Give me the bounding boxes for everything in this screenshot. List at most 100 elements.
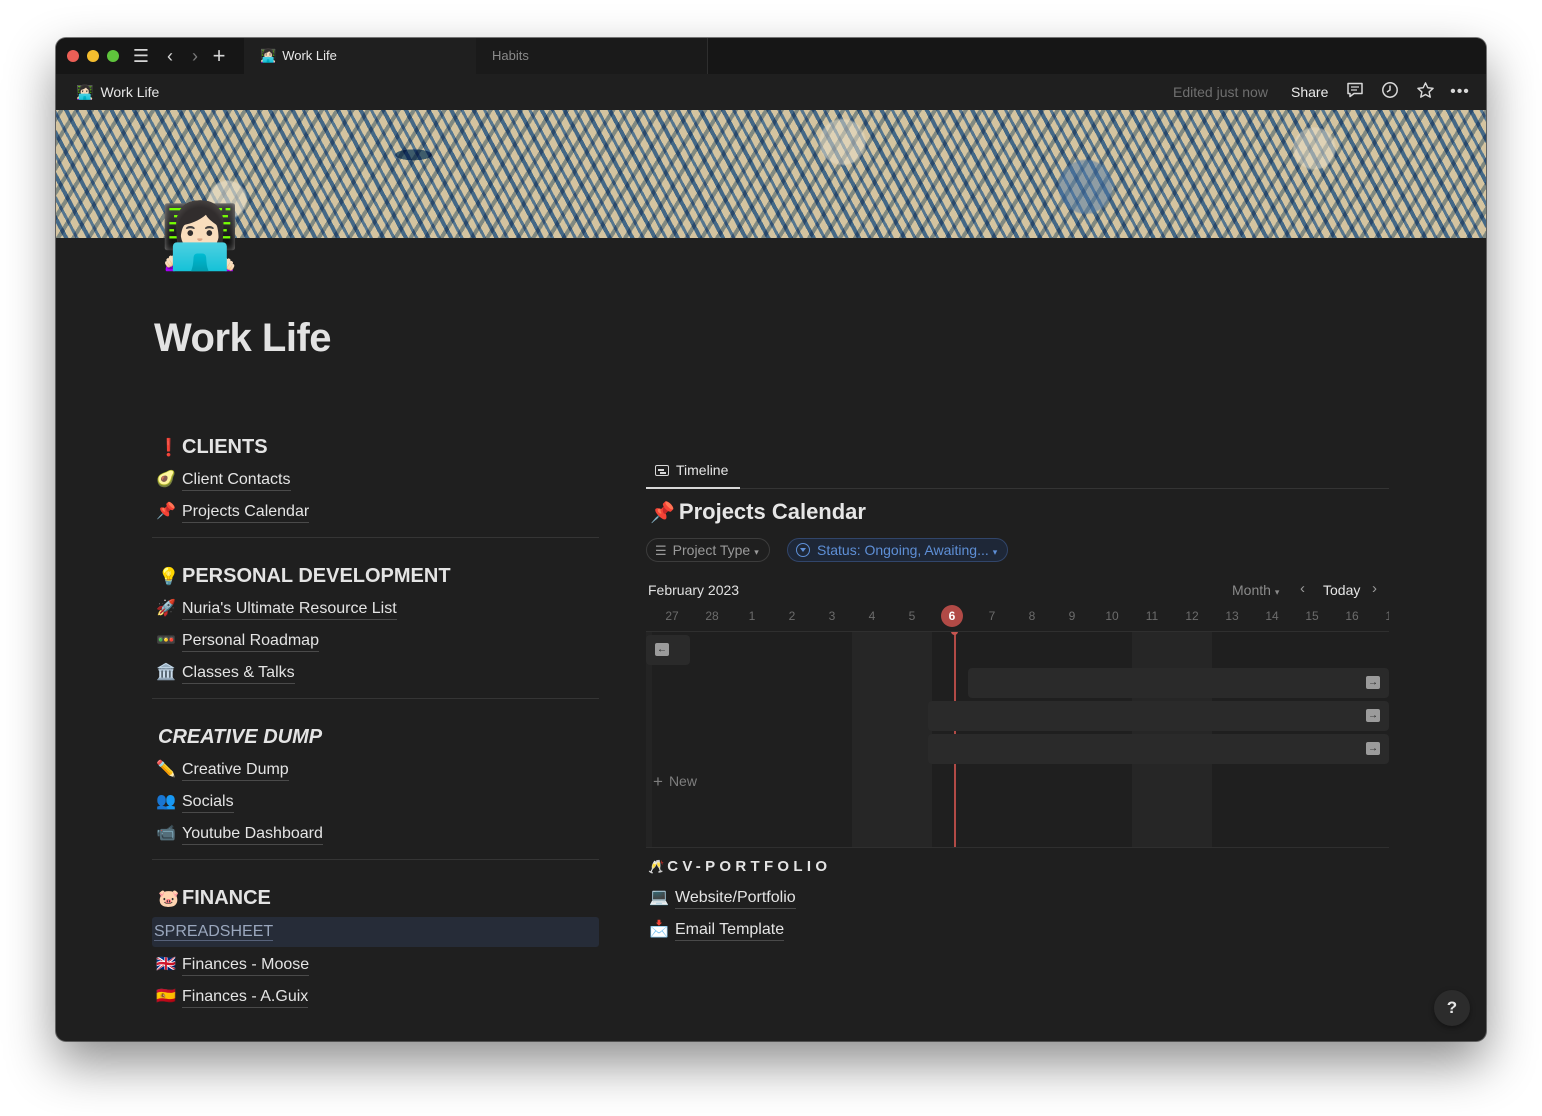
rocket-icon: 🚀 <box>156 600 176 617</box>
section-heading-creative-dump: CREATIVE DUMP <box>158 726 323 748</box>
laptop-icon: 💻 <box>649 889 669 906</box>
help-button[interactable]: ? <box>1434 990 1470 1026</box>
divider <box>152 859 599 860</box>
day-label: 9 <box>1068 609 1076 623</box>
arrow-right-icon[interactable]: → <box>1366 709 1380 722</box>
tab-bar: ☰ ‹ › + 👩🏻‍💻 Work Life Habits <box>56 38 1486 74</box>
section-heading-clients: ❗ CLIENTS <box>152 430 599 464</box>
weekend-column <box>852 632 892 847</box>
sidebar-menu-icon[interactable]: ☰ <box>130 44 152 68</box>
day-label: 12 <box>1185 609 1199 623</box>
chevron-down-icon: ▾ <box>1274 587 1280 597</box>
day-label: 2 <box>788 609 796 623</box>
breadcrumb-label: Work Life <box>100 84 160 100</box>
arrow-left-icon[interactable]: ← <box>655 643 669 656</box>
timeline-bar[interactable]: → <box>928 701 1389 731</box>
clock-icon[interactable] <box>1378 81 1402 103</box>
tab-timeline[interactable]: Timeline <box>646 453 740 489</box>
list-icon: ☰ <box>655 543 667 558</box>
day-label: 1 <box>748 609 756 623</box>
link-email-template[interactable]: 📩 Email Template <box>649 914 785 946</box>
left-column: ❗ CLIENTS 🥑 Client Contacts 📌 Projects Cale… <box>152 430 599 1013</box>
share-button[interactable]: Share <box>1291 74 1328 110</box>
day-label: 5 <box>908 609 916 623</box>
divider <box>152 537 599 538</box>
day-label: 14 <box>1265 609 1279 623</box>
arrow-right-icon[interactable]: → <box>1366 676 1380 689</box>
weekend-column <box>892 632 932 847</box>
link-classes-talks[interactable]: 🏛️ Classes & Talks <box>152 657 599 689</box>
link-personal-roadmap[interactable]: 🚥 Personal Roadmap <box>152 625 599 657</box>
new-tab-plus-icon[interactable]: + <box>208 44 230 68</box>
back-arrow-icon[interactable]: ‹ <box>159 44 181 68</box>
tab-work-life[interactable]: 👩🏻‍💻 Work Life <box>244 38 476 74</box>
breadcrumb[interactable]: 👩🏻‍💻 Work Life <box>76 74 159 110</box>
section-heading-finance: 🐷 FINANCE <box>152 881 599 915</box>
link-finances-aguix[interactable]: 🇪🇸 Finances - A.Guix <box>152 981 599 1013</box>
timeline-view-select[interactable]: Month ▾ <box>1232 582 1279 598</box>
divider <box>152 698 599 699</box>
cover-image[interactable] <box>56 110 1486 238</box>
more-icon[interactable]: ••• <box>1448 81 1472 103</box>
page-title[interactable]: Work Life <box>154 316 332 361</box>
project-type-filter[interactable]: ☰ Project Type ▾ <box>646 538 770 562</box>
page-topbar: 👩🏻‍💻 Work Life Edited just now Share ••• <box>56 74 1486 110</box>
link-youtube-dashboard[interactable]: 📹 Youtube Dashboard <box>152 818 599 850</box>
link-socials[interactable]: 👥 Socials <box>152 786 599 818</box>
previous-icon[interactable]: ‹ <box>1300 580 1305 597</box>
people-icon: 👥 <box>156 793 176 810</box>
day-label: 17 <box>1385 609 1389 623</box>
minimize-window-button[interactable] <box>87 50 99 62</box>
forward-arrow-icon[interactable]: › <box>184 44 206 68</box>
status-filter[interactable]: Status: Ongoing, Awaiting... ▾ <box>787 538 1009 562</box>
day-label: 8 <box>1028 609 1036 623</box>
timeline-bar[interactable]: → <box>968 668 1389 698</box>
star-icon[interactable] <box>1413 81 1437 103</box>
status-icon <box>796 543 810 557</box>
champagne-icon: 🥂 <box>648 859 665 874</box>
timeline-month: February 2023 <box>648 582 740 598</box>
link-client-contacts[interactable]: 🥑 Client Contacts <box>152 464 599 496</box>
day-label: 11 <box>1145 609 1159 623</box>
arrow-right-icon[interactable]: → <box>1366 742 1380 755</box>
timeline-bar[interactable]: ← <box>646 635 690 665</box>
link-website-portfolio[interactable]: 💻 Website/Portfolio <box>649 882 796 914</box>
tab-label: Habits <box>492 48 529 63</box>
link-projects-calendar[interactable]: 📌 Projects Calendar <box>152 496 599 528</box>
section-heading-cv-portfolio: 🥂 CV-PORTFOLIO <box>648 858 832 875</box>
technologist-emoji-icon: 👩🏻‍💻 <box>76 84 94 100</box>
tab-label: Work Life <box>282 48 337 63</box>
day-label: 10 <box>1105 609 1119 623</box>
database-view-tabs: Timeline <box>646 453 1389 489</box>
tab-habits[interactable]: Habits <box>476 38 708 74</box>
day-label: 16 <box>1345 609 1359 623</box>
new-item-button[interactable]: + New <box>653 772 697 792</box>
timeline-grid: + New ← → → → <box>646 631 1389 848</box>
envelope-icon: 📩 <box>649 921 669 938</box>
video-camera-icon: 📹 <box>156 825 176 842</box>
pushpin-icon: 📌 <box>650 502 675 524</box>
exclamation-icon: ❗ <box>158 438 180 457</box>
chevron-down-icon: ▾ <box>992 547 998 557</box>
next-icon[interactable]: › <box>1372 580 1377 597</box>
day-label: 27 <box>665 609 679 623</box>
timeline-icon <box>655 465 669 476</box>
close-window-button[interactable] <box>67 50 79 62</box>
link-creative-dump[interactable]: ✏️ Creative Dump <box>152 754 599 786</box>
timeline-bar[interactable]: → <box>928 734 1389 764</box>
chevron-down-icon: ▾ <box>754 547 759 557</box>
database-title[interactable]: 📌 Projects Calendar <box>650 499 866 525</box>
page-icon[interactable]: 👩🏻‍💻 <box>160 198 240 274</box>
today-button[interactable]: Today <box>1323 582 1360 598</box>
pushpin-icon: 📌 <box>156 503 176 520</box>
spreadsheet-subheading[interactable]: SPREADSHEET <box>152 917 599 947</box>
maximize-window-button[interactable] <box>107 50 119 62</box>
comment-icon[interactable] <box>1343 81 1367 103</box>
pig-icon: 🐷 <box>158 889 180 908</box>
right-column: Timeline 📌 Projects Calendar ☰ Project Typ… <box>646 453 1389 941</box>
link-resource-list[interactable]: 🚀 Nuria's Ultimate Resource List <box>152 593 599 625</box>
today-marker-dot <box>951 632 958 635</box>
day-label: 13 <box>1225 609 1239 623</box>
uk-flag-icon: 🇬🇧 <box>156 956 176 973</box>
link-finances-moose[interactable]: 🇬🇧 Finances - Moose <box>152 949 599 981</box>
